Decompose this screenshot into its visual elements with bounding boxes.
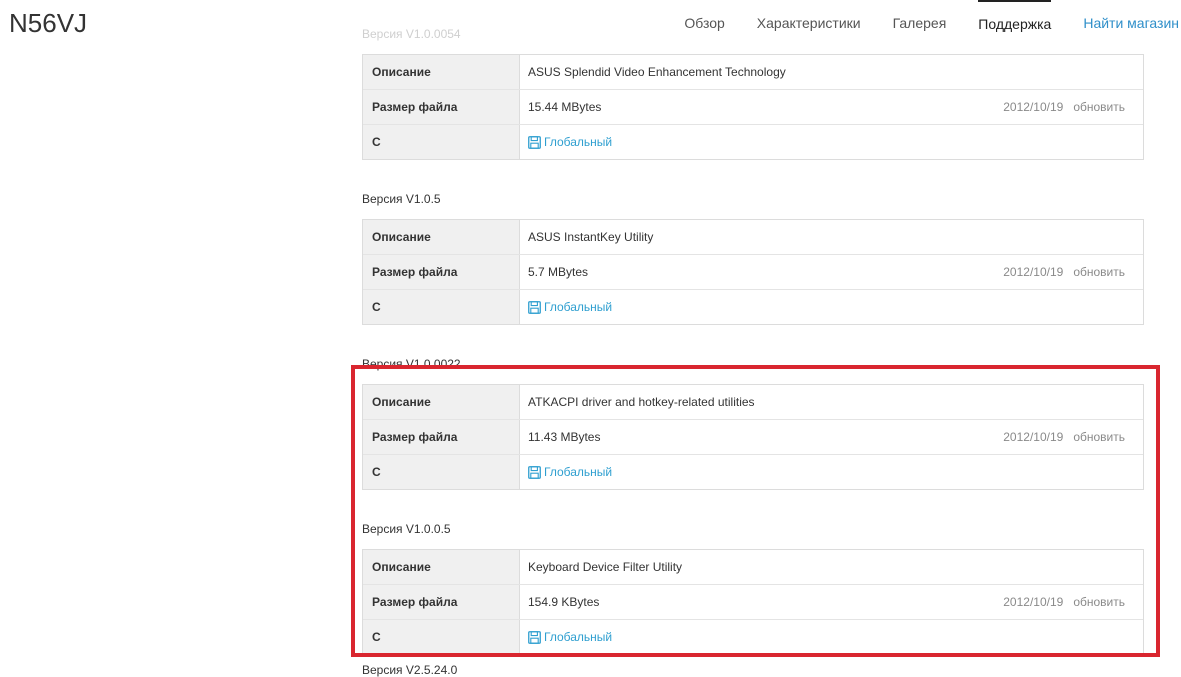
release-date: 2012/10/19 — [1003, 265, 1064, 279]
file-size-row: Размер файла 11.43 MBytes 2012/10/19 обн… — [363, 420, 1143, 455]
download-row: С Глобальный — [363, 290, 1143, 324]
file-size-value: 154.9 KBytes — [528, 595, 600, 609]
driver-table: Описание ATKACPI driver and hotkey-relat… — [362, 384, 1144, 490]
description-value: Keyboard Device Filter Utility — [528, 560, 683, 574]
c-label: С — [363, 455, 520, 489]
driver-table: Описание ASUS Splendid Video Enhancement… — [362, 54, 1144, 160]
download-cell: Глобальный — [520, 620, 1143, 654]
driver-list: Версия V1.0.0054 Описание ASUS Splendid … — [362, 20, 1144, 655]
driver-section: Версия V1.0.5 Описание ASUS InstantKey U… — [362, 185, 1144, 350]
global-download-label: Глобальный — [544, 300, 613, 314]
description-value: ASUS InstantKey Utility — [528, 230, 654, 244]
floppy-disk-icon — [528, 135, 541, 149]
download-row: С Глобальный — [363, 620, 1143, 654]
update-link[interactable]: обновить — [1073, 595, 1125, 609]
release-date: 2012/10/19 — [1003, 430, 1064, 444]
file-size-cell: 5.7 MBytes 2012/10/19 обновить — [520, 255, 1143, 289]
release-date: 2012/10/19 — [1003, 100, 1064, 114]
download-row: С Глобальный — [363, 455, 1143, 489]
global-download-link[interactable]: Глобальный — [528, 300, 612, 314]
version-label: Версия V1.0.0022 — [362, 357, 461, 371]
version-label: Версия V1.0.5 — [362, 192, 441, 206]
floppy-disk-icon — [528, 300, 541, 314]
version-label: Версия V1.0.0.5 — [362, 522, 451, 536]
file-size-label: Размер файла — [363, 255, 520, 289]
update-link[interactable]: обновить — [1073, 430, 1125, 444]
file-size-label: Размер файла — [363, 420, 520, 454]
c-label: С — [363, 125, 520, 159]
file-size-cell: 154.9 KBytes 2012/10/19 обновить — [520, 585, 1143, 619]
version-label: Версия V1.0.0054 — [362, 27, 461, 41]
c-label: С — [363, 620, 520, 654]
description-label: Описание — [363, 220, 520, 254]
floppy-disk-icon — [528, 630, 541, 644]
file-size-value: 11.43 MBytes — [528, 430, 601, 444]
driver-table: Описание Keyboard Device Filter Utility … — [362, 549, 1144, 655]
version-label-partial: Версия V2.5.24.0 — [362, 663, 458, 677]
description-row: Описание ATKACPI driver and hotkey-relat… — [363, 385, 1143, 420]
description-row: Описание ASUS Splendid Video Enhancement… — [363, 55, 1143, 90]
release-date: 2012/10/19 — [1003, 595, 1064, 609]
driver-section: Версия V1.0.0054 Описание ASUS Splendid … — [362, 20, 1144, 185]
global-download-label: Глобальный — [544, 135, 613, 149]
global-download-label: Глобальный — [544, 465, 613, 479]
driver-section: Версия V1.0.0022 Описание ATKACPI driver… — [362, 350, 1144, 515]
description-value: ASUS Splendid Video Enhancement Technolo… — [528, 65, 786, 79]
description-value: ATKACPI driver and hotkey-related utilit… — [528, 395, 755, 409]
global-download-link[interactable]: Глобальный — [528, 465, 612, 479]
file-size-value: 15.44 MBytes — [528, 100, 602, 114]
c-label: С — [363, 290, 520, 324]
driver-table: Описание ASUS InstantKey Utility Размер … — [362, 219, 1144, 325]
file-size-row: Размер файла 154.9 KBytes 2012/10/19 обн… — [363, 585, 1143, 620]
file-size-cell: 15.44 MBytes 2012/10/19 обновить — [520, 90, 1143, 124]
file-size-row: Размер файла 5.7 MBytes 2012/10/19 обнов… — [363, 255, 1143, 290]
floppy-disk-icon — [528, 465, 541, 479]
global-download-link[interactable]: Глобальный — [528, 630, 612, 644]
global-download-link[interactable]: Глобальный — [528, 135, 612, 149]
update-link[interactable]: обновить — [1073, 265, 1125, 279]
download-cell: Глобальный — [520, 455, 1143, 489]
driver-section: Версия V1.0.0.5 Описание Keyboard Device… — [362, 515, 1144, 655]
product-name: N56VJ — [9, 8, 88, 38]
file-size-row: Размер файла 15.44 MBytes 2012/10/19 обн… — [363, 90, 1143, 125]
file-size-value: 5.7 MBytes — [528, 265, 589, 279]
description-row: Описание ASUS InstantKey Utility — [363, 220, 1143, 255]
description-label: Описание — [363, 550, 520, 584]
description-label: Описание — [363, 55, 520, 89]
file-size-label: Размер файла — [363, 90, 520, 124]
description-label: Описание — [363, 385, 520, 419]
description-row: Описание Keyboard Device Filter Utility — [363, 550, 1143, 585]
global-download-label: Глобальный — [544, 630, 613, 644]
download-cell: Глобальный — [520, 125, 1143, 159]
file-size-cell: 11.43 MBytes 2012/10/19 обновить — [520, 420, 1143, 454]
update-link[interactable]: обновить — [1073, 100, 1125, 114]
file-size-label: Размер файла — [363, 585, 520, 619]
download-row: С Глобальный — [363, 125, 1143, 159]
download-cell: Глобальный — [520, 290, 1143, 324]
